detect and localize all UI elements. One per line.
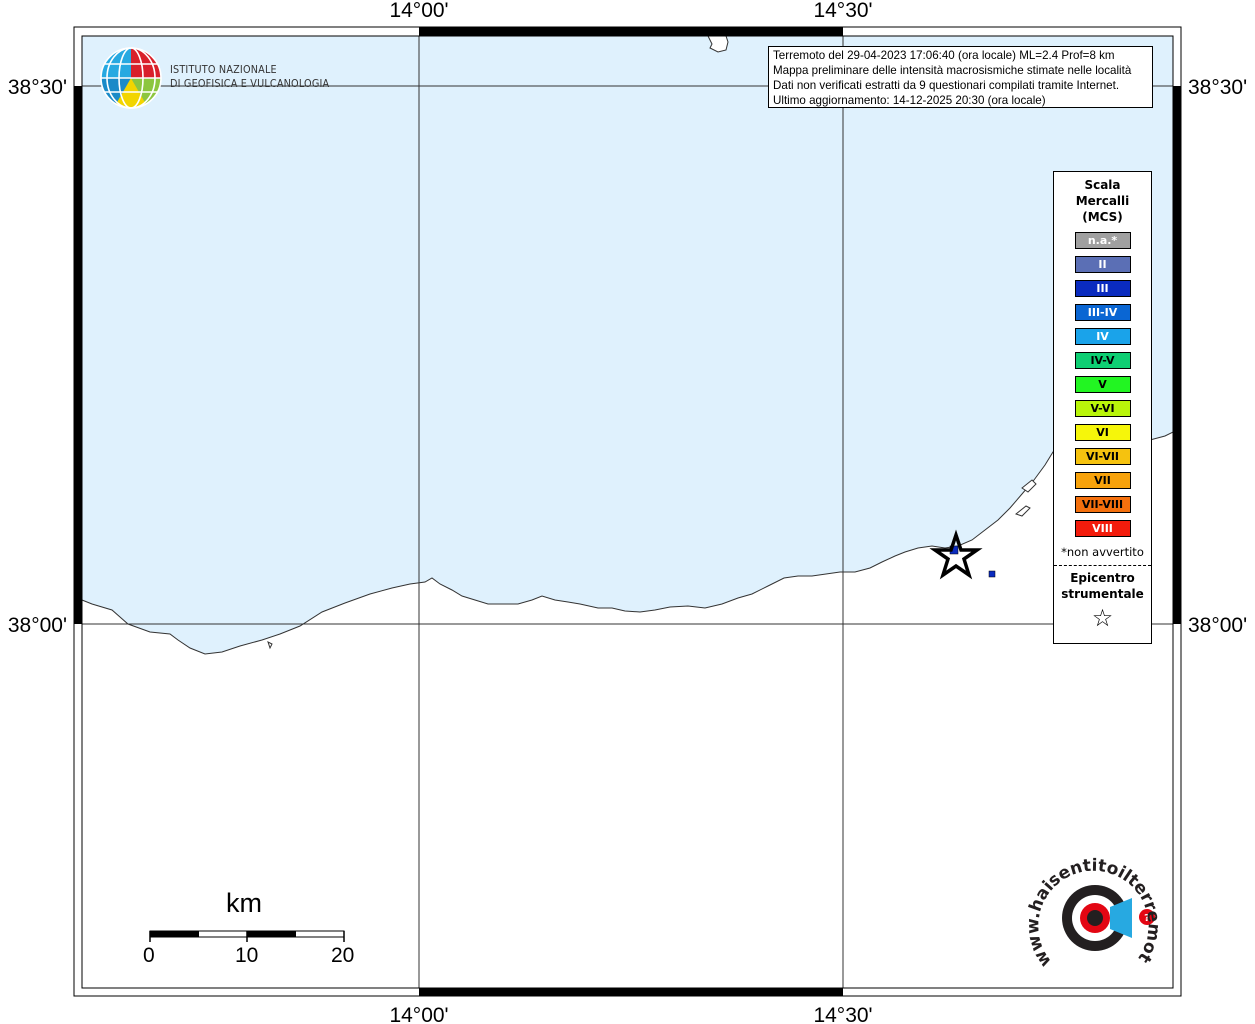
legend-item: VI-VII <box>1074 448 1131 465</box>
legend-items: n.a.* II III III-IV IV IV-V V V-VI VI VI-VII VII VI… <box>1054 232 1151 537</box>
info-line-4: Ultimo aggiornamento: 14-12-2025 20:30 (… <box>773 94 1046 107</box>
legend-item: IV-V <box>1074 352 1131 369</box>
lat-label-right-1: 38°30' <box>1188 76 1247 99</box>
ingv-globe-icon <box>100 47 162 109</box>
intensity-marker[interactable] <box>988 570 996 578</box>
legend-item: V <box>1074 376 1131 393</box>
legend-item: VIII <box>1074 520 1131 537</box>
legend-item: V-VI <box>1074 400 1131 417</box>
event-info-box: Terremoto del 29-04-2023 17:06:40 (ora l… <box>768 46 1153 108</box>
legend-title: Scala Mercalli (MCS) <box>1075 178 1130 224</box>
info-line-3: Dati non verificati estratti da 9 questi… <box>773 79 1120 92</box>
mcs-legend: Scala Mercalli (MCS) n.a.* II III III-IV IV I… <box>1053 171 1152 644</box>
lon-label-top-1: 14°00' <box>389 0 448 22</box>
legend-item: VII <box>1074 472 1131 489</box>
ingv-line-2: DI GEOFISICA E VULCANOLOGIA <box>170 78 330 90</box>
legend-item: VI <box>1074 424 1131 441</box>
legend-item: III-IV <box>1074 304 1131 321</box>
lat-label-right-2: 38°00' <box>1188 614 1247 637</box>
legend-item: III <box>1074 280 1131 297</box>
legend-item: n.a.* <box>1074 232 1131 249</box>
info-line-1: Terremoto del 29-04-2023 17:06:40 (ora l… <box>773 49 1115 62</box>
scale-tick-10: 10 <box>235 944 259 967</box>
lat-label-left-2: 38°00' <box>8 614 67 637</box>
lon-label-bottom-2: 14°30' <box>813 1004 872 1024</box>
scale-tick-20: 20 <box>331 944 355 967</box>
lon-label-bottom-1: 14°00' <box>389 1004 448 1024</box>
legend-item: II <box>1074 256 1131 273</box>
legend-divider <box>1054 565 1151 566</box>
ingv-line-1: ISTITUTO NAZIONALE <box>170 64 277 76</box>
legend-note: *non avvertito <box>1061 545 1144 559</box>
legend-star-icon: ☆ <box>1091 604 1114 632</box>
lat-label-left-1: 38°30' <box>8 76 67 99</box>
scale-unit-label: km <box>226 888 262 918</box>
legend-item: IV <box>1074 328 1131 345</box>
lon-label-top-2: 14°30' <box>813 0 872 22</box>
legend-epicenter-label: Epicentro strumentale <box>1061 571 1144 601</box>
info-line-2: Mappa preliminare delle intensità macros… <box>773 64 1132 77</box>
scale-tick-0: 0 <box>143 944 155 967</box>
legend-item: VII-VIII <box>1074 496 1131 513</box>
ingv-logo-text: ISTITUTO NAZIONALE DI GEOFISICA E VULCAN… <box>170 63 329 91</box>
